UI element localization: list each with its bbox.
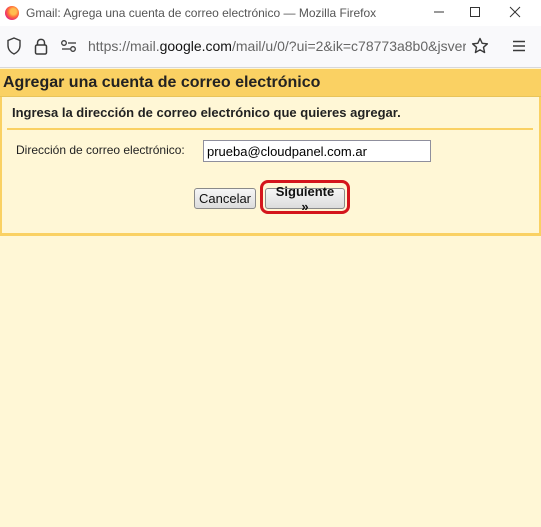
dialog-title: Agregar una cuenta de correo electrónico (3, 73, 321, 91)
email-field[interactable] (203, 140, 431, 162)
maximize-button[interactable] (455, 0, 495, 24)
dialog-body: Ingresa la dirección de correo electróni… (0, 97, 541, 236)
next-button[interactable]: Siguiente » (265, 184, 345, 214)
close-window-button[interactable] (495, 0, 535, 24)
bookmark-star-icon[interactable] (470, 36, 490, 56)
url-bar[interactable]: https://mail.google.com/mail/u/0/?ui=2&i… (0, 26, 541, 68)
shield-icon[interactable] (4, 36, 24, 56)
window-titlebar: Gmail: Agrega una cuenta de correo elect… (0, 0, 541, 26)
window-title: Gmail: Agrega una cuenta de correo elect… (26, 6, 377, 20)
instructions-text: Ingresa la dirección de correo electróni… (12, 105, 401, 120)
minimize-button[interactable] (419, 0, 459, 24)
email-label: Dirección de correo electrónico: (16, 143, 185, 157)
url-text[interactable]: https://mail.google.com/mail/u/0/?ui=2&i… (88, 38, 466, 54)
permissions-icon[interactable] (59, 36, 79, 56)
maximize-icon (470, 7, 480, 17)
lock-icon[interactable] (31, 36, 51, 56)
minimize-icon (434, 11, 444, 13)
firefox-logo-icon (5, 6, 19, 20)
menu-hamburger-icon[interactable] (509, 36, 529, 56)
dialog-header: Agregar una cuenta de correo electrónico (0, 69, 541, 97)
close-icon (509, 6, 521, 18)
cancel-button[interactable]: Cancelar (194, 188, 256, 209)
divider (7, 128, 533, 130)
